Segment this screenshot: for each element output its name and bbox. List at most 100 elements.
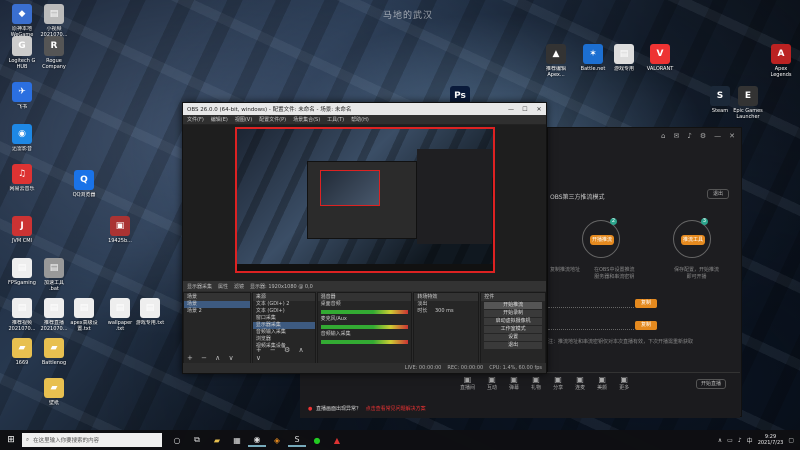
game-icon[interactable]: ▲ (328, 433, 346, 447)
mixer-volume-meter[interactable] (320, 310, 409, 314)
volume-icon[interactable]: ♪ (738, 437, 742, 444)
clock[interactable]: 9:29 2021/7/23 (758, 434, 784, 446)
source-item[interactable]: 文本 (GDI+) 2 (253, 301, 315, 308)
browser-icon[interactable]: ◈ (268, 433, 286, 447)
desktop-icon[interactable]: ▤ apex高级设 置.txt (64, 298, 104, 332)
task-view-icon[interactable]: ○ (168, 433, 186, 447)
obs-titlebar[interactable]: OBS 26.0.0 (64-bit, windows) - 配置文件: 未命名… (183, 103, 546, 115)
source-toolbar-item[interactable]: 属性 (218, 283, 228, 290)
live-tool-icon: ▣ (463, 375, 472, 384)
menu-item[interactable]: 场景集合(S) (293, 116, 320, 123)
home-icon[interactable]: ⌂ (661, 132, 665, 140)
store-icon[interactable]: ▦ (228, 433, 246, 447)
control-button[interactable]: 开始推流 (484, 302, 542, 309)
live-tool[interactable]: ▣ 直播间 (460, 375, 475, 391)
desktop-icon[interactable]: ▲ 推荐编辑 Apex... (536, 44, 576, 78)
bell-icon[interactable]: ♪ (687, 132, 691, 140)
desktop-icon[interactable]: S Steam (700, 86, 740, 114)
desktop-icon[interactable]: ▰ Battlenog (34, 338, 74, 366)
gift-icon[interactable]: ✉ (674, 132, 680, 140)
transition-duration[interactable]: 时长 300 ms (414, 308, 478, 315)
desktop-icon[interactable]: A Apex Legends (761, 44, 800, 78)
desktop-icon[interactable]: R Rogue Company (34, 36, 74, 70)
scene-item[interactable]: 场景 2 (184, 308, 250, 315)
live-tool[interactable]: ▣ 更多 (619, 375, 629, 391)
assistant-title: OBS第三方推流模式 (550, 194, 605, 201)
sources-tools[interactable]: + − ⚙ ∧ ∨ (256, 346, 315, 362)
source-item[interactable]: 浏览器 (253, 336, 315, 343)
desktop-icon[interactable]: ◉ 迅雷影音 (2, 124, 42, 152)
desktop-icon[interactable]: ▤ 加速工具 .bat (34, 258, 74, 292)
menu-item[interactable]: 帮助(H) (351, 116, 369, 123)
start-live-button[interactable]: 开始直播 (696, 379, 726, 389)
menu-item[interactable]: 文件(F) (187, 116, 204, 123)
desktop-icon[interactable]: J JVM CMI (2, 216, 42, 244)
minimize-icon[interactable]: — (714, 132, 721, 140)
warning-link[interactable]: 点击查看常见问题解决方案 (366, 406, 426, 412)
scene-item[interactable]: 场景 (184, 301, 250, 308)
minimize-button[interactable]: — (504, 106, 518, 113)
tray-expand-icon[interactable]: ∧ (718, 437, 722, 444)
step-2-pill[interactable]: 开播推流 (590, 235, 614, 245)
gear-icon[interactable]: ⚙ (700, 132, 706, 140)
control-button[interactable]: 工作室模式 (484, 326, 542, 333)
steam-taskbar-icon[interactable]: S (288, 433, 306, 447)
network-icon[interactable]: ▭ (727, 437, 733, 444)
obs-window[interactable]: OBS 26.0.0 (64-bit, windows) - 配置文件: 未命名… (182, 102, 547, 374)
control-button[interactable]: 退出 (484, 342, 542, 349)
task-view-grid-icon[interactable]: ⧉ (188, 433, 206, 447)
desktop-icon[interactable]: ▰ 壁纸 (34, 378, 74, 406)
source-item[interactable]: 窗口采集 (253, 315, 315, 322)
control-button[interactable]: 开始录制 (484, 310, 542, 317)
exit-mode-button[interactable]: 退出 (707, 189, 729, 199)
source-toolbar-item[interactable]: 滤镜 (234, 283, 244, 290)
source-item[interactable]: 音频输入采集 (253, 329, 315, 336)
maximize-button[interactable]: ☐ (518, 106, 532, 113)
ime-icon[interactable]: 中 (747, 436, 753, 445)
desktop-icon-glyph: ♫ (12, 164, 32, 184)
close-icon[interactable]: ✕ (729, 132, 735, 140)
obs-taskbar-icon[interactable]: ◉ (248, 433, 266, 447)
step-3-pill[interactable]: 推流工具 (681, 235, 705, 245)
live-tool[interactable]: ▣ 互动 (487, 375, 497, 391)
live-tool[interactable]: ▣ 礼物 (531, 375, 541, 391)
desktop-icon[interactable]: ▤ 游戏专用 (604, 44, 644, 72)
live-tool[interactable]: ▣ 弹幕 (509, 375, 519, 391)
stream-url-field[interactable] (548, 298, 634, 308)
desktop-icon[interactable]: Q QQ浏览器 (64, 170, 104, 198)
source-toolbar-item[interactable]: 显示器: 1920x1080 @ 0,0 (250, 283, 313, 290)
spotify-icon[interactable]: ● (308, 433, 326, 447)
source-toolbar-item[interactable]: 显示器采集 (187, 283, 212, 290)
mixer-volume-meter[interactable] (320, 325, 409, 329)
live-tool[interactable]: ▣ 分享 (553, 375, 563, 391)
desktop-icon[interactable]: ▣ 19425b... (100, 216, 140, 244)
source-item[interactable]: 显示器采集 (252, 322, 315, 329)
menu-item[interactable]: 视图(V) (235, 116, 252, 123)
menu-item[interactable]: 编辑(E) (211, 116, 228, 123)
close-button[interactable]: ✕ (532, 106, 546, 113)
copy-key-button[interactable]: 复制 (635, 321, 657, 330)
taskbar-search[interactable]: ⌕ 在这里输入你要搜索的内容 (22, 433, 162, 447)
desktop-icon[interactable]: ▤ 小视频 2021070... (34, 4, 74, 38)
mixer-volume-meter[interactable] (320, 340, 409, 344)
control-button[interactable]: 启动虚拟摄像机 (484, 318, 542, 325)
desktop-icon[interactable]: ✈ 飞书 (2, 82, 42, 110)
copy-url-button[interactable]: 复制 (635, 299, 657, 308)
start-button[interactable]: ⊞ (0, 435, 22, 445)
live-tool-icon: ▣ (554, 375, 562, 384)
scenes-tools[interactable]: + − ∧ ∨ (187, 354, 237, 362)
desktop-icon[interactable]: ▤ 游戏专用.txt (130, 298, 170, 326)
desktop-icon[interactable]: V VALORANT (640, 44, 680, 72)
source-item[interactable]: 文本 (GDI+) (253, 308, 315, 315)
live-tool[interactable]: ▣ 连麦 (575, 375, 585, 391)
transition-select[interactable]: 淡出 (414, 301, 478, 308)
file-explorer-icon[interactable]: ▰ (208, 433, 226, 447)
program-preview[interactable] (235, 127, 495, 273)
desktop-icon[interactable]: ♫ 网易云音乐 (2, 164, 42, 192)
live-tool[interactable]: ▣ 美颜 (597, 375, 607, 391)
control-button[interactable]: 设置 (484, 334, 542, 341)
notification-icon[interactable]: ▢ (788, 437, 794, 444)
menu-item[interactable]: 配置文件(P) (259, 116, 286, 123)
menu-item[interactable]: 工具(T) (327, 116, 344, 123)
stream-key-field[interactable] (548, 320, 634, 330)
